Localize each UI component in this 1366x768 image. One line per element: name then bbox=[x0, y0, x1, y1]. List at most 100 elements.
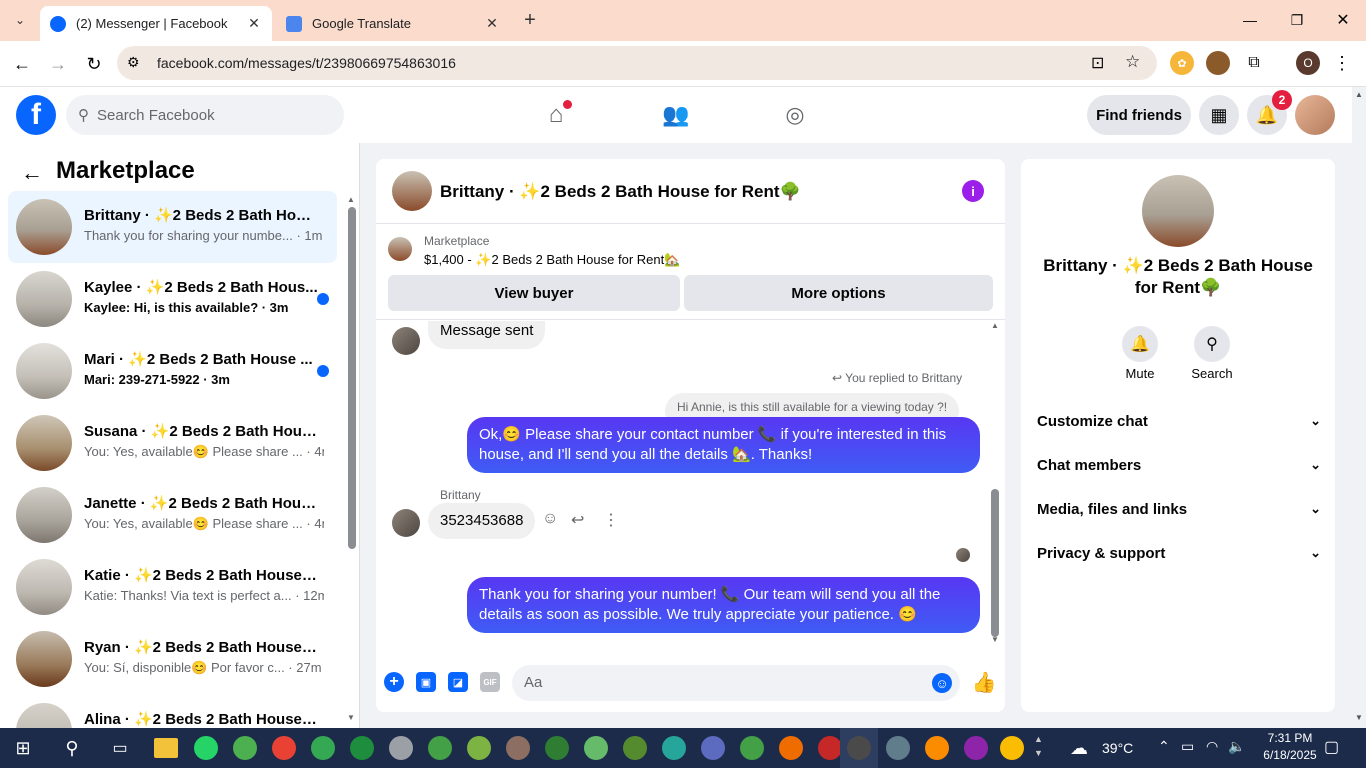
chrome-profile-icon[interactable] bbox=[925, 736, 949, 760]
restore-button[interactable]: ❐ bbox=[1282, 6, 1312, 34]
close-tab-icon[interactable]: ✕ bbox=[242, 15, 266, 32]
file-explorer-icon[interactable] bbox=[154, 738, 178, 758]
browser-menu-icon[interactable]: ⋮ bbox=[1332, 51, 1352, 75]
chrome-profile-icon[interactable] bbox=[506, 736, 530, 760]
conversation-item[interactable]: Janette · ✨2 Beds 2 Bath House... You: Y… bbox=[8, 479, 337, 551]
site-info-icon[interactable]: ⚙ bbox=[127, 54, 140, 71]
back-icon[interactable]: ← bbox=[8, 51, 36, 77]
react-icon[interactable]: ☺ bbox=[542, 510, 558, 528]
cookie-extension-icon[interactable] bbox=[1206, 51, 1230, 75]
chrome-profile-icon[interactable] bbox=[847, 736, 871, 760]
scroll-up-arrow[interactable]: ▲ bbox=[991, 321, 999, 330]
facebook-search[interactable]: ⚲ Search Facebook bbox=[66, 95, 344, 135]
extensions-puzzle-icon[interactable]: ⧉ bbox=[1242, 51, 1266, 75]
scroll-up-arrow[interactable]: ▲ bbox=[347, 195, 355, 204]
address-bar[interactable]: ⚙ facebook.com/messages/t/23980669754863… bbox=[117, 46, 1157, 80]
tab-search-icon[interactable]: ⌄ bbox=[8, 8, 32, 32]
conversation-item[interactable]: Kaylee · ✨2 Beds 2 Bath Hous... Kaylee: … bbox=[8, 263, 337, 335]
gif-icon[interactable]: GIF bbox=[480, 672, 500, 692]
chrome-profile-icon[interactable] bbox=[350, 736, 374, 760]
sticker-icon[interactable]: ◪ bbox=[448, 672, 468, 692]
facebook-logo[interactable]: f bbox=[16, 95, 56, 135]
thread-scrollbar-thumb[interactable] bbox=[991, 489, 999, 637]
page-scroll-up-arrow[interactable]: ▲ bbox=[1355, 90, 1363, 99]
chrome-profile-icon[interactable] bbox=[428, 736, 452, 760]
chrome-profile-icon[interactable] bbox=[272, 736, 296, 760]
notification-center-icon[interactable]: ▢ bbox=[1324, 737, 1339, 757]
close-window-button[interactable]: ✕ bbox=[1328, 6, 1358, 34]
chrome-profile-icon[interactable] bbox=[584, 736, 608, 760]
chrome-profile-icon[interactable] bbox=[818, 736, 842, 760]
customize-chat-row[interactable]: Customize chat ⌄ bbox=[1037, 399, 1321, 443]
conversation-item[interactable]: Susana · ✨2 Beds 2 Bath House... You: Ye… bbox=[8, 407, 337, 479]
task-view-icon[interactable]: ▭ bbox=[108, 737, 132, 759]
tray-chevron-icon[interactable]: ⌃ bbox=[1158, 738, 1170, 755]
chrome-profile-icon[interactable] bbox=[701, 736, 725, 760]
conversation-item[interactable]: Brittany · ✨2 Beds 2 Bath Hous... Thank … bbox=[8, 191, 337, 263]
chrome-profile-icon[interactable] bbox=[886, 736, 910, 760]
chrome-profile-icon[interactable] bbox=[467, 736, 491, 760]
tray-scroll-icon[interactable]: ▲ ▼ bbox=[1034, 732, 1043, 760]
menu-grid-button[interactable]: ▦ bbox=[1199, 95, 1239, 135]
scroll-down-arrow[interactable]: ▼ bbox=[991, 635, 999, 644]
chat-title[interactable]: Brittany · ✨2 Beds 2 Bath House for Rent… bbox=[440, 182, 801, 202]
more-actions-icon[interactable]: ⋮ bbox=[603, 510, 619, 530]
forward-icon[interactable]: → bbox=[44, 51, 72, 77]
conversation-item[interactable]: Alina · ✨2 Beds 2 Bath House f... bbox=[8, 695, 337, 728]
minimize-button[interactable]: — bbox=[1235, 6, 1265, 34]
chrome-profile-icon[interactable] bbox=[964, 736, 988, 760]
outgoing-message[interactable]: Thank you for sharing your number! 📞 Our… bbox=[467, 577, 980, 633]
chrome-profile-icon[interactable] bbox=[545, 736, 569, 760]
groups-icon[interactable]: ◎ bbox=[779, 101, 811, 129]
search-button[interactable]: ⚲ bbox=[1194, 326, 1230, 362]
media-files-links-row[interactable]: Media, files and links ⌄ bbox=[1037, 487, 1321, 531]
reply-action-icon[interactable]: ↩ bbox=[571, 510, 584, 530]
bookmark-star-icon[interactable]: ☆ bbox=[1125, 52, 1140, 72]
mute-button[interactable]: 🔔 bbox=[1122, 326, 1158, 362]
new-tab-button[interactable]: + bbox=[518, 8, 542, 32]
outgoing-message[interactable]: Ok,😊 Please share your contact number 📞 … bbox=[467, 417, 980, 473]
install-app-icon[interactable]: ⊡ bbox=[1091, 53, 1104, 73]
chrome-profile-icon[interactable] bbox=[389, 736, 413, 760]
emoji-icon[interactable]: ☺ bbox=[932, 673, 952, 693]
listing-detail[interactable]: $1,400 - ✨2 Beds 2 Bath House for Rent🏡 bbox=[424, 252, 680, 268]
incoming-message[interactable]: 3523453688 bbox=[428, 503, 536, 539]
chrome-profile-icon[interactable] bbox=[623, 736, 647, 760]
chrome-profile-icon[interactable] bbox=[233, 736, 257, 760]
chat-members-row[interactable]: Chat members ⌄ bbox=[1037, 443, 1321, 487]
chrome-profile-icon[interactable] bbox=[311, 736, 335, 760]
conversation-item[interactable]: Ryan · ✨2 Beds 2 Bath House f... You: Sí… bbox=[8, 623, 337, 695]
reload-icon[interactable]: ↻ bbox=[80, 51, 108, 77]
battery-icon[interactable]: ▭ bbox=[1181, 738, 1194, 755]
view-buyer-button[interactable]: View buyer bbox=[388, 275, 680, 311]
like-icon[interactable]: 👍 bbox=[972, 669, 997, 695]
message-input[interactable]: Aa ☺ bbox=[512, 665, 960, 701]
volume-icon[interactable]: 🔈 bbox=[1228, 738, 1245, 755]
start-windows-icon[interactable]: ⊞ bbox=[12, 737, 34, 759]
tab-google-translate[interactable]: Google Translate ✕ bbox=[278, 6, 510, 41]
chrome-profile-icon[interactable] bbox=[740, 736, 764, 760]
find-friends-button[interactable]: Find friends bbox=[1087, 95, 1191, 135]
clock-date[interactable]: 6/18/2025 bbox=[1256, 748, 1324, 762]
whatsapp-icon[interactable] bbox=[194, 736, 218, 760]
back-arrow-icon[interactable]: ← bbox=[18, 159, 46, 187]
more-options-button[interactable]: More options bbox=[684, 275, 993, 311]
clock-time[interactable]: 7:31 PM bbox=[1260, 731, 1320, 745]
info-icon[interactable]: i bbox=[962, 180, 984, 202]
profile-avatar[interactable]: O bbox=[1296, 51, 1320, 75]
add-icon[interactable]: + bbox=[384, 672, 404, 692]
account-avatar[interactable] bbox=[1295, 95, 1335, 135]
chat-avatar[interactable] bbox=[392, 171, 432, 211]
chrome-profile-icon[interactable] bbox=[662, 736, 686, 760]
page-scroll-down-arrow[interactable]: ▼ bbox=[1355, 713, 1363, 722]
wifi-icon[interactable]: ◠ bbox=[1206, 738, 1218, 755]
photo-icon[interactable]: ▣ bbox=[416, 672, 436, 692]
conversation-item[interactable]: Mari · ✨2 Beds 2 Bath House ... Mari: 23… bbox=[8, 335, 337, 407]
friends-icon[interactable]: 👥 bbox=[660, 101, 692, 129]
extension-icon[interactable]: ✿ bbox=[1170, 51, 1194, 75]
sidebar-scrollbar-thumb[interactable] bbox=[348, 207, 356, 549]
privacy-support-row[interactable]: Privacy & support ⌄ bbox=[1037, 531, 1321, 575]
conversation-item[interactable]: Katie · ✨2 Beds 2 Bath House f... Katie:… bbox=[8, 551, 337, 623]
close-tab-icon[interactable]: ✕ bbox=[480, 15, 504, 32]
chrome-icon[interactable] bbox=[1000, 736, 1024, 760]
